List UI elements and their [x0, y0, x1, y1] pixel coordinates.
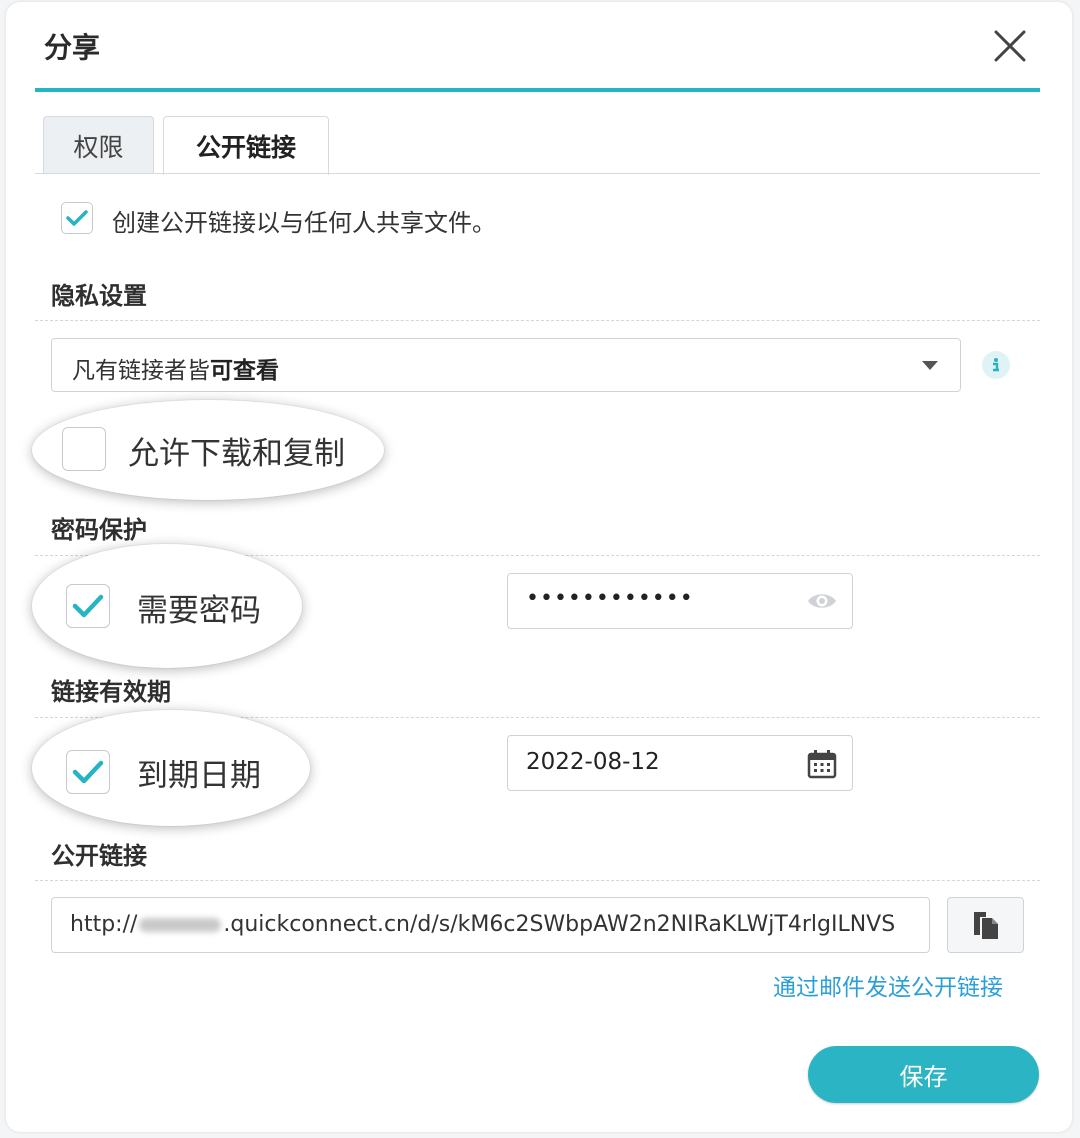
expiry-date-input[interactable]: 2022-08-12 — [507, 735, 853, 791]
expiry-section-title: 链接有效期 — [51, 678, 171, 706]
require-password-label: 需要密码 — [137, 593, 261, 629]
copy-icon — [973, 912, 998, 939]
expiry-date-value: 2022-08-12 — [526, 749, 660, 775]
tab-permissions[interactable]: 权限 — [43, 116, 154, 174]
create-link-label: 创建公开链接以与任何人共享文件。 — [112, 209, 496, 237]
privacy-divider — [35, 320, 1040, 321]
save-button[interactable]: 保存 — [808, 1046, 1039, 1103]
dialog-title: 分享 — [44, 31, 101, 64]
tab-public-link[interactable]: 公开链接 — [163, 116, 329, 175]
title-divider — [35, 88, 1040, 92]
redacted-host — [139, 918, 222, 932]
check-icon — [72, 760, 104, 784]
url-prefix: http:// — [70, 912, 138, 937]
allow-download-checkbox[interactable] — [62, 427, 106, 471]
privacy-select-bold: 可查看 — [210, 358, 279, 384]
expiry-label: 到期日期 — [137, 758, 261, 794]
password-section-title: 密码保护 — [51, 516, 147, 544]
public-link-url: http:// .quickconnect.cn/d/s/kM6c2SWbpAW2… — [70, 912, 895, 937]
public-link-divider — [35, 880, 1040, 881]
eye-icon[interactable] — [806, 589, 838, 617]
close-icon[interactable] — [990, 26, 1030, 66]
check-icon — [72, 594, 104, 618]
url-suffix: .quickconnect.cn/d/s/kM6c2SWbpAW2n2NIRaK… — [223, 912, 896, 937]
require-password-checkbox[interactable] — [66, 584, 110, 628]
allow-download-label: 允许下载和复制 — [128, 436, 345, 472]
password-value: •••••••••••• — [526, 586, 694, 611]
privacy-select[interactable]: 凡有链接者皆可查看 — [51, 338, 961, 392]
public-link-input[interactable]: http:// .quickconnect.cn/d/s/kM6c2SWbpAW2… — [51, 897, 930, 953]
tab-divider — [35, 173, 1040, 174]
check-icon — [66, 210, 88, 226]
email-link[interactable]: 通过邮件发送公开链接 — [773, 968, 1003, 1002]
privacy-select-prefix: 凡有链接者皆 — [72, 358, 210, 384]
copy-link-button[interactable] — [947, 897, 1024, 953]
info-icon[interactable] — [982, 351, 1010, 379]
privacy-section-title: 隐私设置 — [51, 282, 147, 310]
expiry-checkbox[interactable] — [66, 750, 110, 794]
chevron-down-icon — [922, 361, 938, 370]
create-link-checkbox[interactable] — [61, 202, 93, 234]
calendar-icon[interactable] — [806, 748, 838, 784]
password-input[interactable]: •••••••••••• — [507, 573, 853, 629]
public-link-section-title: 公开链接 — [51, 842, 147, 870]
